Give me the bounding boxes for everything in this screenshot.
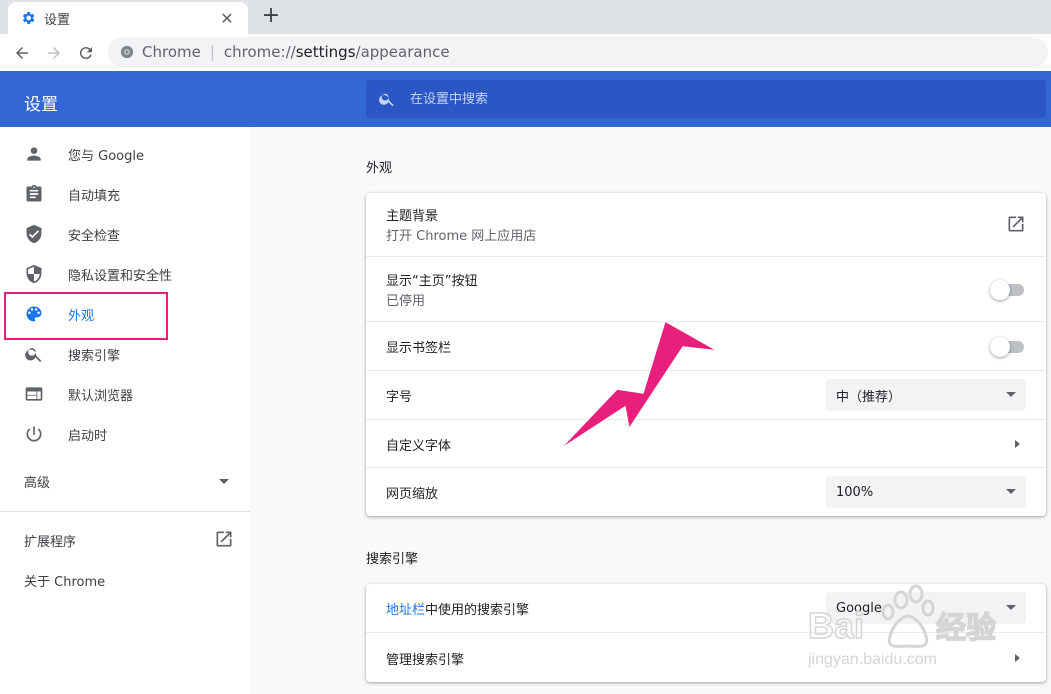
sidebar-item-safety-check[interactable]: 安全检查 <box>0 214 250 254</box>
home-button-label: 显示“主页”按钮 <box>386 274 478 289</box>
person-icon <box>27 147 41 161</box>
shield-half-icon <box>26 264 42 284</box>
address-bar[interactable]: Chrome | chrome://settings/appearance <box>108 37 1048 67</box>
address-bar-link[interactable]: 地址栏 <box>386 603 425 618</box>
theme-sublabel: 打开 Chrome 网上应用店 <box>386 229 537 244</box>
browser-window-icon <box>25 387 43 401</box>
settings-search[interactable] <box>366 80 1046 118</box>
gear-icon <box>22 12 35 24</box>
svg-text:Bai: Bai <box>808 605 864 646</box>
manage-search-engines-label: 管理搜索引擎 <box>386 653 465 668</box>
sidebar-item-label: 搜索引擎 <box>68 348 121 364</box>
chevron-right-icon <box>1015 440 1020 448</box>
sidebar-divider <box>0 511 250 512</box>
sidebar-item-search-engine[interactable]: 搜索引擎 <box>0 334 250 374</box>
page-zoom-row: 网页缩放 100% <box>366 467 1046 516</box>
sidebar-item-on-startup[interactable]: 启动时 <box>0 414 250 454</box>
page-zoom-label: 网页缩放 <box>386 487 439 502</box>
caret-down-icon <box>1006 489 1016 494</box>
sidebar-item-about-chrome[interactable]: 关于 Chrome <box>24 571 105 590</box>
tab-title: 设置 <box>44 12 71 28</box>
font-size-value: 中（推荐） <box>836 389 902 405</box>
sidebar: 您与 Google 自动填充 安全检查 隐私设置和安全性 外观 搜索引擎 默认浏… <box>0 127 250 694</box>
page-zoom-select[interactable]: 100% <box>826 476 1026 508</box>
caret-down-icon <box>1006 392 1016 397</box>
url-path: /appearance <box>355 43 450 61</box>
reload-icon[interactable] <box>72 39 100 67</box>
new-tab-plus-icon[interactable]: + <box>259 4 283 28</box>
bookmarks-bar-toggle[interactable] <box>990 337 1024 357</box>
sidebar-item-you-and-google[interactable]: 您与 Google <box>0 134 250 174</box>
close-icon[interactable]: ✕ <box>218 9 236 28</box>
browser-toolbar: Chrome | chrome://settings/appearance <box>0 34 1051 71</box>
settings-header: 设置 <box>0 71 1051 127</box>
section-title-appearance: 外观 <box>366 161 393 176</box>
svg-text:jingyan.baidu.com: jingyan.baidu.com <box>808 651 937 668</box>
sidebar-item-default-browser[interactable]: 默认浏览器 <box>0 374 250 414</box>
page-title: 设置 <box>24 95 58 115</box>
toggle-knob <box>990 280 1010 300</box>
search-icon <box>379 93 394 107</box>
annotation-arrow-icon <box>558 319 719 451</box>
home-button-toggle[interactable] <box>990 280 1024 300</box>
clipboard-icon <box>26 184 42 202</box>
section-title-search-engine: 搜索引擎 <box>366 552 419 567</box>
forward-arrow-icon[interactable] <box>40 39 68 67</box>
chrome-logo-icon <box>120 45 134 59</box>
toggle-knob <box>990 337 1010 357</box>
address-bar-engine-text: 中使用的搜索引擎 <box>425 603 530 618</box>
shield-check-icon <box>26 224 42 244</box>
page-zoom-value: 100% <box>836 484 874 500</box>
sidebar-item-label: 您与 Google <box>68 148 144 164</box>
search-icon <box>25 348 42 362</box>
sidebar-item-privacy[interactable]: 隐私设置和安全性 <box>0 254 250 294</box>
search-input[interactable] <box>410 91 1010 107</box>
sidebar-item-label: 启动时 <box>68 428 108 444</box>
theme-row[interactable]: 主题背景 打开 Chrome 网上应用店 <box>366 193 1046 256</box>
baidu-watermark-icon: Bai 经验 jingyan.baidu.com <box>808 584 997 668</box>
open-in-new-icon[interactable] <box>214 529 234 549</box>
sidebar-item-autofill[interactable]: 自动填充 <box>0 174 250 214</box>
omnibox-separator: | <box>209 43 215 61</box>
tab-settings[interactable]: 设置 ✕ <box>8 2 248 34</box>
tab-strip: 设置 ✕ + <box>0 0 1051 34</box>
bookmarks-bar-label: 显示书签栏 <box>386 341 452 356</box>
font-size-label: 字号 <box>386 390 413 405</box>
url-scheme: chrome:// <box>223 43 296 61</box>
caret-down-icon[interactable] <box>219 479 229 484</box>
home-button-sublabel: 已停用 <box>386 294 426 309</box>
address-bar-engine-label: 地址栏中使用的搜索引擎 <box>386 599 529 618</box>
back-arrow-icon[interactable] <box>8 39 36 67</box>
sidebar-item-label: 隐私设置和安全性 <box>68 268 173 284</box>
sidebar-item-label: 默认浏览器 <box>68 388 134 404</box>
omnibox-chip: Chrome <box>142 43 201 61</box>
annotation-highlight-box <box>4 292 168 340</box>
sidebar-item-extensions[interactable]: 扩展程序 <box>24 531 76 550</box>
chevron-right-icon <box>1015 654 1020 662</box>
sidebar-item-label: 自动填充 <box>68 188 121 204</box>
sidebar-advanced[interactable]: 高级 <box>24 472 50 491</box>
open-in-new-icon[interactable] <box>1006 214 1026 234</box>
theme-label: 主题背景 <box>386 209 439 224</box>
home-button-row: 显示“主页”按钮 已停用 <box>366 256 1046 321</box>
svg-text:经验: 经验 <box>936 611 996 645</box>
custom-fonts-label: 自定义字体 <box>386 439 452 454</box>
sidebar-item-label: 安全检查 <box>68 228 121 244</box>
power-icon <box>26 426 42 442</box>
url-host: settings <box>295 43 356 61</box>
font-size-select[interactable]: 中（推荐） <box>826 379 1026 411</box>
